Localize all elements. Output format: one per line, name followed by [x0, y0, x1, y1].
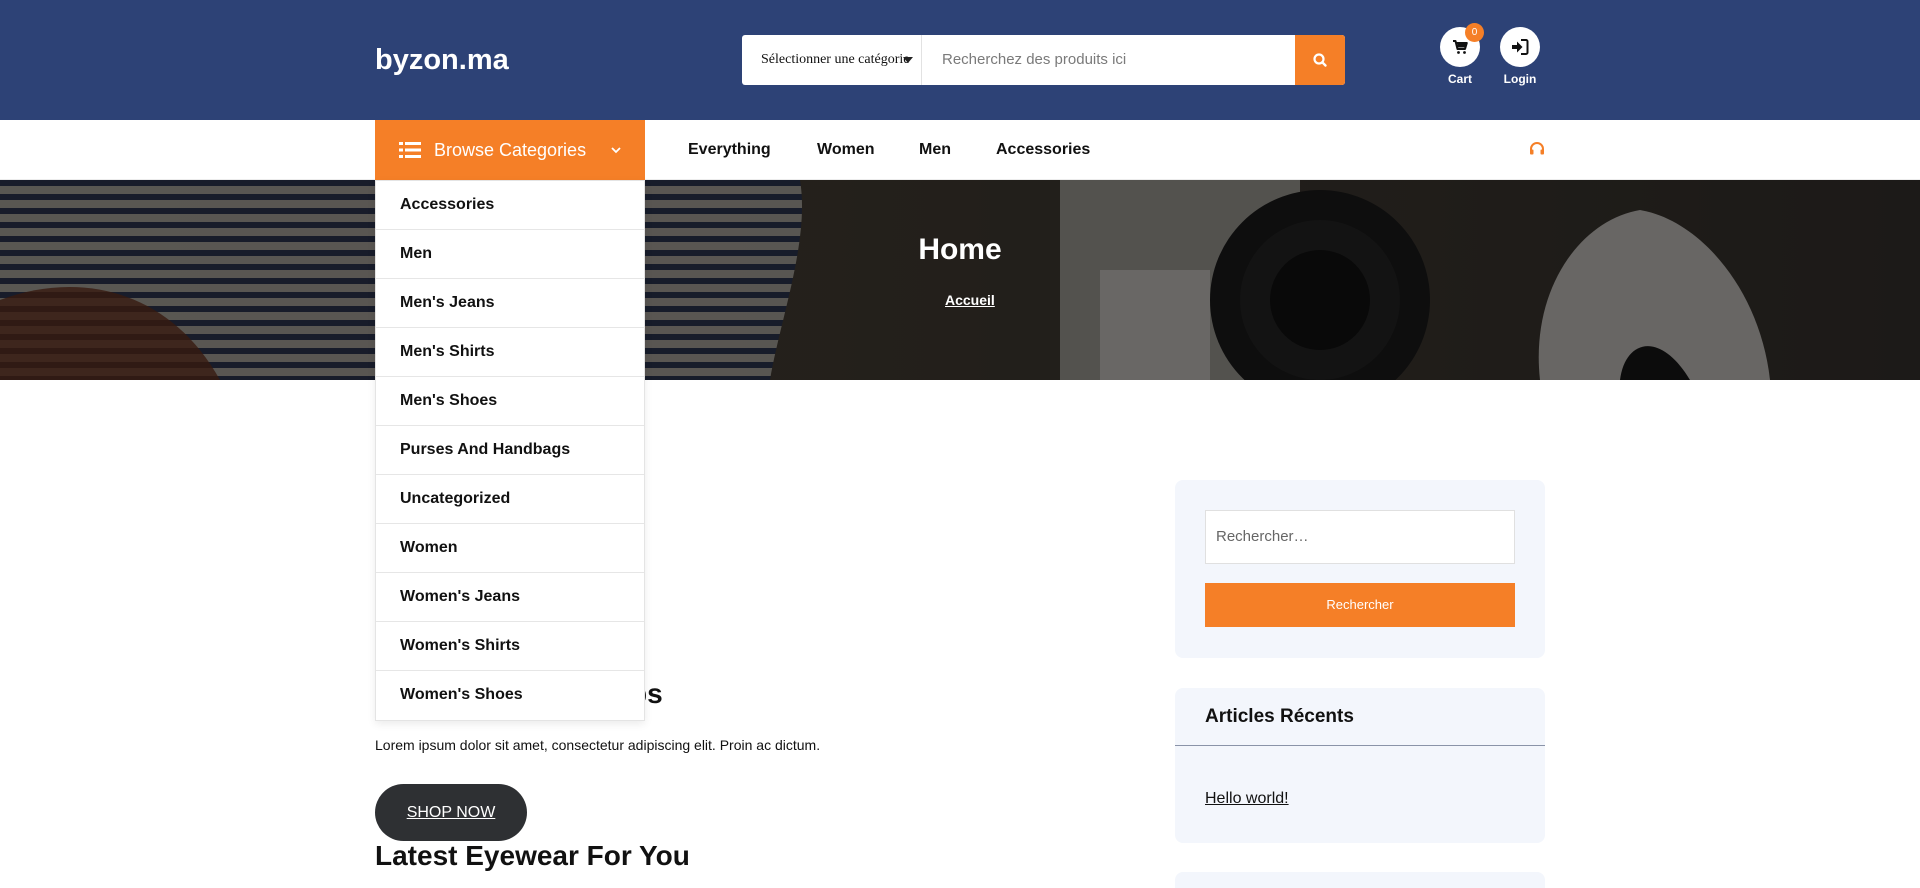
sign-in-icon: [1512, 39, 1529, 55]
category-item-purses-handbags[interactable]: Purses And Handbags: [376, 426, 644, 475]
shop-now-button[interactable]: SHOP NOW: [375, 784, 527, 841]
recent-post-link[interactable]: Hello world!: [1205, 790, 1289, 808]
site-logo[interactable]: byzon.ma: [375, 44, 509, 77]
category-item-womens-jeans[interactable]: Women's Jeans: [376, 573, 644, 622]
sidebar-widget-next: [1175, 872, 1545, 888]
product-search-bar: Sélectionner une catégorie Recherchez de…: [742, 35, 1345, 85]
categories-dropdown: Accessories Men Men's Jeans Men's Shirts…: [375, 180, 645, 721]
cart-label[interactable]: Cart: [1430, 72, 1490, 86]
hero-text: Lorem ipsum dolor sit amet, consectetur …: [375, 737, 821, 753]
main-navbar: [0, 120, 1920, 180]
nav-link-women[interactable]: Women: [817, 120, 874, 180]
category-item-mens-shirts[interactable]: Men's Shirts: [376, 328, 644, 377]
headset-icon[interactable]: [1528, 141, 1546, 157]
recent-posts-heading: Articles Récents: [1205, 706, 1354, 727]
browse-categories-button[interactable]: Browse Categories: [375, 120, 645, 180]
cart-count-badge: 0: [1465, 23, 1484, 42]
category-item-uncategorized[interactable]: Uncategorized: [376, 475, 644, 524]
nav-link-everything[interactable]: Everything: [688, 120, 771, 180]
login-label[interactable]: Login: [1490, 72, 1550, 86]
chevron-down-icon: [611, 147, 621, 154]
category-item-accessories[interactable]: Accessories: [376, 181, 644, 230]
category-item-womens-shoes[interactable]: Women's Shoes: [376, 671, 644, 720]
category-select[interactable]: Sélectionner une catégorie: [742, 35, 922, 85]
divider: [1175, 745, 1545, 746]
category-item-men[interactable]: Men: [376, 230, 644, 279]
list-icon: [399, 142, 421, 158]
category-item-womens-shirts[interactable]: Women's Shirts: [376, 622, 644, 671]
banner-background-image: [0, 180, 1920, 380]
page-banner: [0, 180, 1920, 380]
category-item-mens-jeans[interactable]: Men's Jeans: [376, 279, 644, 328]
category-item-mens-shoes[interactable]: Men's Shoes: [376, 377, 644, 426]
section-title-eyewear: Latest Eyewear For You: [375, 840, 690, 871]
category-item-women[interactable]: Women: [376, 524, 644, 573]
search-icon: [1313, 53, 1327, 67]
login-button[interactable]: [1500, 27, 1540, 67]
sidebar-search-input[interactable]: Rechercher…: [1205, 510, 1515, 564]
nav-link-men[interactable]: Men: [919, 120, 951, 180]
breadcrumb-home-link[interactable]: Accueil: [945, 292, 995, 308]
top-header: byzon.ma Sélectionner une catégorie Rech…: [0, 0, 1920, 120]
nav-link-accessories[interactable]: Accessories: [996, 120, 1090, 180]
product-search-input[interactable]: Recherchez des produits ici: [942, 35, 1126, 85]
category-select-value: Sélectionner une catégorie: [761, 52, 910, 67]
sidebar-search-button[interactable]: Rechercher: [1205, 583, 1515, 627]
browse-categories-label: Browse Categories: [434, 140, 587, 160]
page-title: Home: [918, 233, 1002, 266]
search-button[interactable]: [1295, 35, 1345, 85]
caret-down-icon: [903, 57, 913, 63]
recent-posts-widget: Articles Récents Hello world!: [1175, 688, 1545, 843]
sidebar-search-widget: Rechercher… Rechercher: [1175, 480, 1545, 658]
